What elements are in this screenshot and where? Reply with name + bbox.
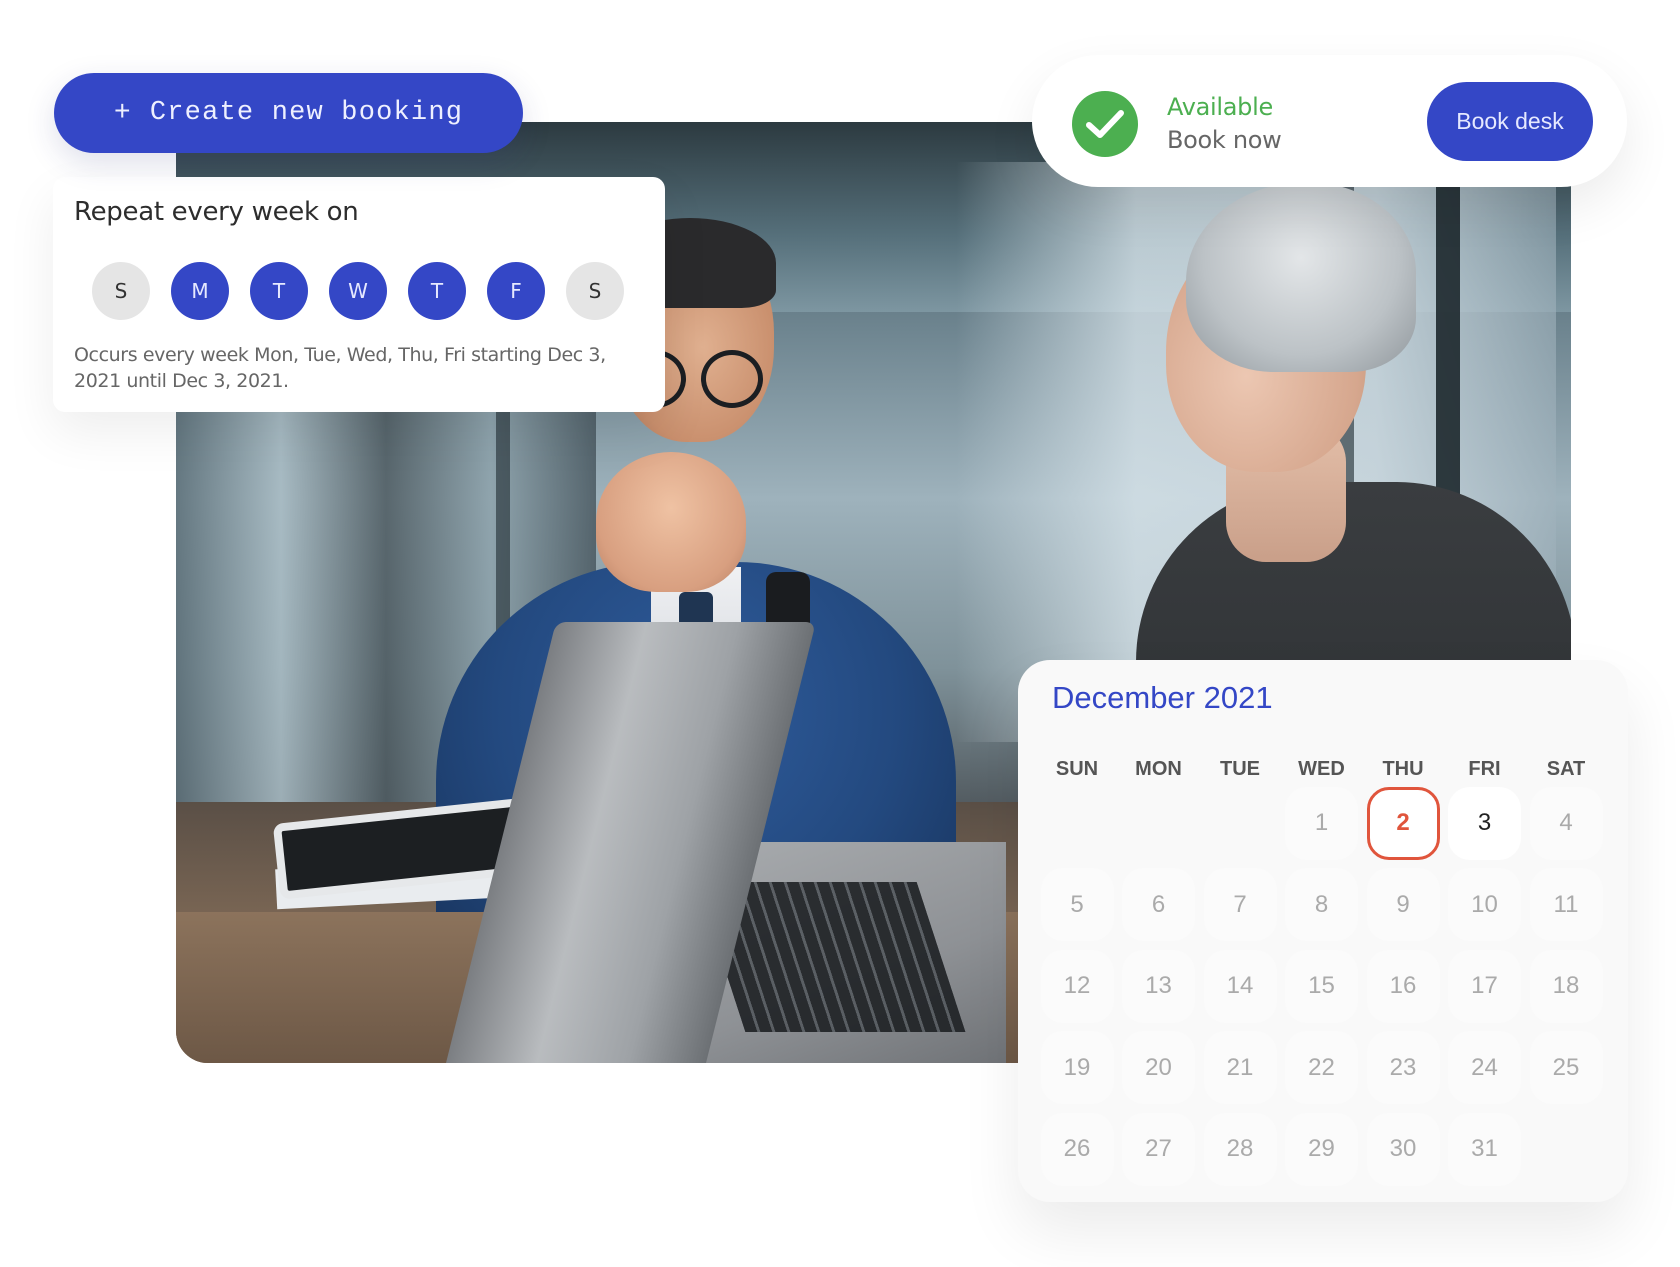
weekday-toggle[interactable]: W <box>329 262 387 320</box>
calendar-card: December 2021 SUN MON TUE WED THU FRI SAT 1 2 3 4 5… <box>1018 660 1628 1202</box>
calendar-day[interactable]: 18 <box>1529 949 1603 1023</box>
calendar-day[interactable]: 13 <box>1122 949 1195 1023</box>
repeat-description: Occurs every week Mon, Tue, Wed, Thu, Fr… <box>74 344 606 392</box>
weekday-toggle[interactable]: S <box>566 262 624 320</box>
calendar-day[interactable]: 4 <box>1529 786 1603 860</box>
photo-woman-hair <box>1186 182 1416 372</box>
calendar-day[interactable]: 10 <box>1448 868 1521 941</box>
calendar-day[interactable]: 21 <box>1203 1031 1277 1104</box>
create-new-booking-button[interactable]: + Create new booking <box>54 73 523 153</box>
calendar-day-selected[interactable]: 3 <box>1448 786 1521 860</box>
calendar-month-title: December 2021 <box>1052 680 1273 715</box>
create-new-booking-label: Create new booking <box>149 98 464 128</box>
calendar-day[interactable]: 16 <box>1366 949 1440 1023</box>
availability-subtitle: Book now <box>1167 126 1282 154</box>
weekday-toggle[interactable]: M <box>171 262 229 320</box>
calendar-day[interactable]: 15 <box>1285 949 1358 1023</box>
photo-man-hands <box>596 452 746 592</box>
weekday-header: SAT <box>1546 758 1586 780</box>
weekday-toggle[interactable]: S <box>92 262 150 320</box>
book-desk-button[interactable]: Book desk <box>1427 82 1593 161</box>
repeat-title: Repeat every week on <box>74 197 359 227</box>
calendar-day-today[interactable]: 2 <box>1366 786 1440 860</box>
check-circle-icon <box>1072 91 1138 157</box>
weekday-header: FRI <box>1468 758 1501 780</box>
weekday-header: MON <box>1135 758 1182 780</box>
availability-status: Available <box>1167 93 1273 121</box>
calendar-day[interactable]: 26 <box>1040 1112 1114 1186</box>
calendar-day[interactable]: 25 <box>1529 1031 1603 1104</box>
calendar-day[interactable]: 7 <box>1203 868 1277 941</box>
calendar-day[interactable]: 1 <box>1285 786 1358 860</box>
calendar-day[interactable]: 20 <box>1122 1031 1195 1104</box>
weekday-header: SUN <box>1055 758 1099 780</box>
weekday-toggle-group: SMTWTFS <box>92 262 624 320</box>
calendar-day[interactable]: 14 <box>1203 949 1277 1023</box>
weekday-toggle[interactable]: T <box>250 262 308 320</box>
weekday-header: WED <box>1298 758 1345 780</box>
calendar-day[interactable]: 6 <box>1122 868 1195 941</box>
checkmark-icon <box>1086 110 1124 138</box>
weekday-header: TUE <box>1220 758 1260 780</box>
calendar-day[interactable]: 22 <box>1285 1031 1358 1104</box>
photo-man-glasses <box>701 350 763 408</box>
calendar-day[interactable]: 17 <box>1448 949 1521 1023</box>
calendar-day[interactable]: 31 <box>1448 1112 1521 1186</box>
repeat-weekly-panel: Repeat every week on SMTWTFS Occurs ever… <box>53 177 665 412</box>
weekday-toggle[interactable]: T <box>408 262 466 320</box>
calendar-day[interactable]: 5 <box>1040 868 1114 941</box>
calendar-day[interactable]: 11 <box>1529 868 1603 941</box>
calendar-day[interactable]: 30 <box>1366 1112 1440 1186</box>
calendar-day[interactable]: 8 <box>1285 868 1358 941</box>
weekday-toggle[interactable]: F <box>487 262 545 320</box>
availability-card: Available Book now Book desk <box>1032 55 1627 187</box>
calendar-day[interactable]: 9 <box>1366 868 1440 941</box>
calendar-day[interactable]: 28 <box>1203 1112 1277 1186</box>
weekday-header: THU <box>1382 758 1424 780</box>
calendar-day[interactable]: 27 <box>1122 1112 1195 1186</box>
calendar-day[interactable]: 12 <box>1040 949 1114 1023</box>
calendar-day[interactable]: 19 <box>1040 1031 1114 1104</box>
calendar-day[interactable]: 24 <box>1448 1031 1521 1104</box>
plus-icon: + <box>113 97 132 129</box>
calendar-day[interactable]: 29 <box>1285 1112 1358 1186</box>
calendar-day[interactable]: 23 <box>1366 1031 1440 1104</box>
